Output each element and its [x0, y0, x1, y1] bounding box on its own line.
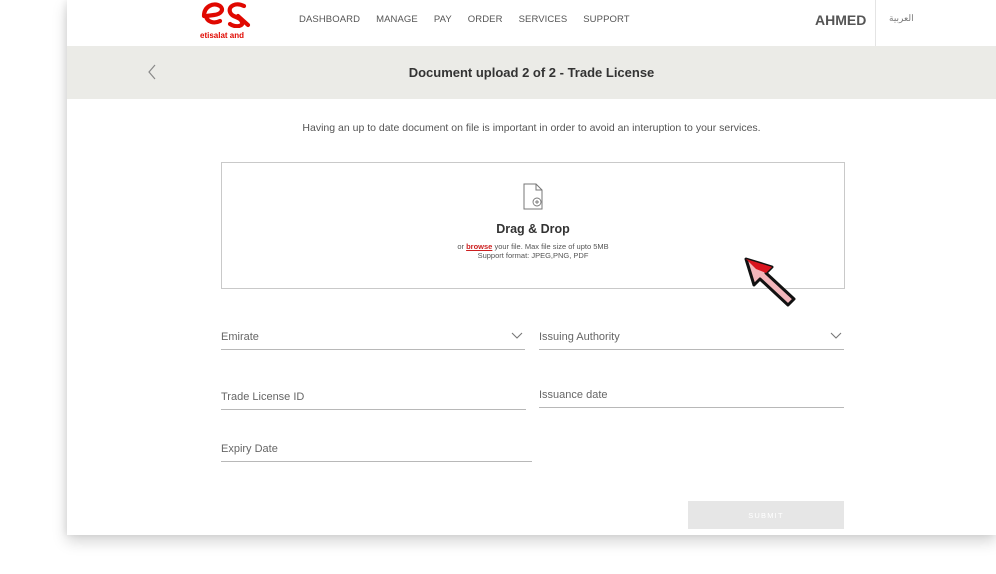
user-name[interactable]: AHMED	[815, 12, 866, 28]
issuance-date-field[interactable]: Issuance date	[539, 383, 844, 408]
issuing-authority-select[interactable]: Issuing Authority	[539, 325, 844, 350]
nav-support[interactable]: SUPPORT	[583, 14, 629, 25]
main-nav: DASHBOARD MANAGE PAY ORDER SERVICES SUPP…	[299, 14, 646, 25]
expiry-date-label: Expiry Date	[221, 443, 278, 455]
emirate-select[interactable]: Emirate	[221, 325, 525, 350]
chevron-down-icon	[830, 332, 842, 339]
issuing-authority-label: Issuing Authority	[539, 331, 620, 343]
nav-services[interactable]: SERVICES	[519, 14, 568, 25]
nav-dashboard[interactable]: DASHBOARD	[299, 14, 360, 25]
submit-button[interactable]: SUBMIT	[688, 501, 844, 529]
nav-order[interactable]: ORDER	[468, 14, 503, 25]
trade-license-id-label: Trade License ID	[221, 391, 305, 403]
file-add-icon	[523, 183, 543, 210]
info-text: Having an up to date document on file is…	[302, 122, 761, 134]
issuance-date-label: Issuance date	[539, 389, 608, 401]
header-divider	[875, 0, 876, 46]
drag-drop-instructions: or browse your file. Max file size of up…	[222, 242, 844, 251]
nav-pay[interactable]: PAY	[434, 14, 452, 25]
nav-manage[interactable]: MANAGE	[376, 14, 418, 25]
etisalat-logo-icon	[201, 2, 251, 28]
chevron-down-icon	[511, 332, 523, 339]
top-header: etisalat and DASHBOARD MANAGE PAY ORDER …	[67, 0, 996, 46]
title-bar: Document upload 2 of 2 - Trade License	[67, 46, 996, 99]
drag-drop-title: Drag & Drop	[496, 222, 570, 236]
browse-link[interactable]: browse	[466, 242, 492, 251]
main-card: etisalat and DASHBOARD MANAGE PAY ORDER …	[67, 0, 996, 535]
emirate-label: Emirate	[221, 331, 259, 343]
browse-prefix: or	[457, 242, 467, 251]
logo-caption: etisalat and	[200, 31, 245, 40]
browse-suffix: your file. Max file size of upto 5MB	[492, 242, 609, 251]
language-switch[interactable]: العربية	[889, 13, 914, 24]
etisalat-logo[interactable]: etisalat and	[200, 0, 252, 46]
page-title: Document upload 2 of 2 - Trade License	[408, 65, 655, 80]
trade-license-id-field[interactable]: Trade License ID	[221, 385, 526, 410]
expiry-date-field[interactable]: Expiry Date	[221, 437, 532, 462]
mouse-pointer-icon	[744, 257, 796, 307]
